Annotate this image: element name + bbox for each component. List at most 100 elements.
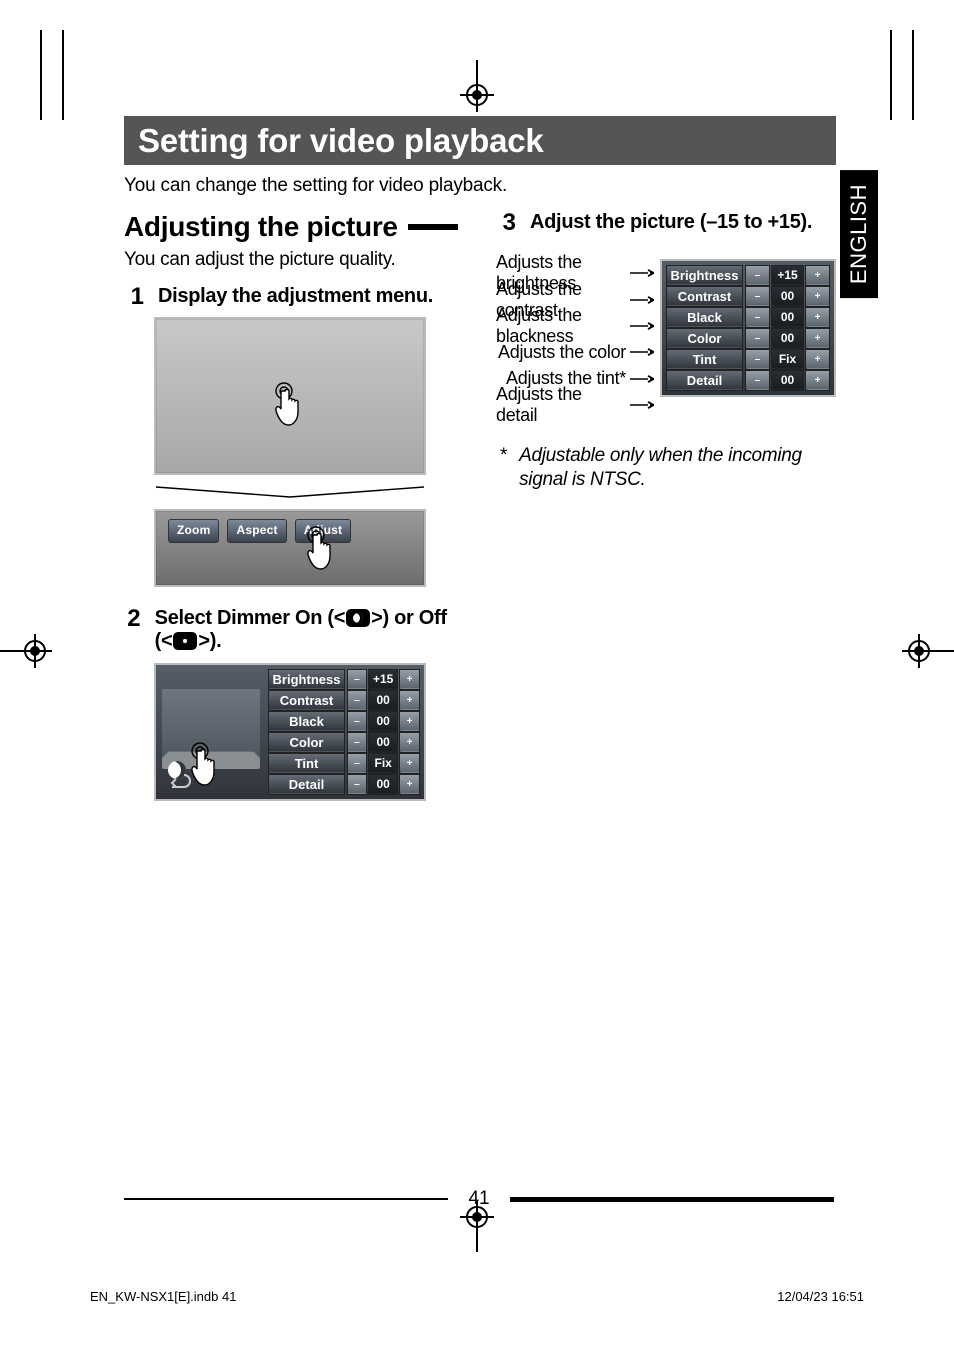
decrease-button[interactable]: –	[347, 711, 367, 731]
adjustment-value: 00	[772, 307, 804, 327]
increase-button[interactable]: +	[806, 286, 830, 306]
callout-labels: Adjusts the brightnessAdjusts the contra…	[496, 259, 654, 416]
adjustment-value: +15	[368, 669, 397, 689]
increase-button[interactable]: +	[806, 349, 830, 369]
adjustment-value: Fix	[772, 349, 804, 369]
adjustment-panel-right: Brightness–+15+Contrast–00+Black–00+Colo…	[660, 259, 836, 398]
section-heading-text: Adjusting the picture	[124, 211, 398, 243]
step-text: Display the adjustment menu.	[158, 285, 433, 308]
step-number: 1	[124, 285, 144, 309]
step-1: 1 Display the adjustment menu.	[124, 285, 458, 309]
adjustment-row: Black–00+	[269, 711, 420, 731]
adjustment-label: Brightness	[667, 265, 743, 285]
decrease-button[interactable]: –	[746, 328, 770, 348]
arrow-icon	[630, 401, 654, 409]
back-icon[interactable]	[168, 773, 192, 789]
step-text: Select Dimmer On (<>) or Off (<>).	[155, 607, 458, 653]
touch-hand-icon	[190, 741, 232, 789]
adjustment-label: Color	[667, 328, 743, 348]
menu-zoom-button[interactable]: Zoom	[168, 519, 219, 543]
language-tab: ENGLISH	[840, 170, 878, 298]
decrease-button[interactable]: –	[347, 774, 367, 794]
callout-label: Adjusts the blackness	[496, 315, 654, 336]
adjustment-label: Color	[269, 732, 345, 752]
decrease-button[interactable]: –	[746, 265, 770, 285]
adjustment-panel-illustration: Brightness–+15+Contrast–00+Black–00+Colo…	[154, 663, 426, 802]
adjustment-row: Tint–Fix+	[269, 753, 420, 773]
adjustment-value: Fix	[368, 753, 397, 773]
adjustment-row: Detail–00+	[667, 370, 830, 390]
menu-strip-illustration: Zoom Aspect Adjust	[154, 509, 426, 587]
adjustment-row: Brightness–+15+	[667, 265, 830, 285]
increase-button[interactable]: +	[806, 328, 830, 348]
step-3: 3 Adjust the picture (–15 to +15).	[496, 211, 836, 235]
decrease-button[interactable]: –	[347, 690, 367, 710]
footnote-asterisk: *	[500, 444, 507, 492]
adjustment-value: 00	[368, 774, 397, 794]
decrease-button[interactable]: –	[347, 669, 367, 689]
increase-button[interactable]: +	[400, 669, 420, 689]
adjustment-value: 00	[772, 328, 804, 348]
section-heading: Adjusting the picture	[124, 211, 458, 243]
adjustment-table-left: Brightness–+15+Contrast–00+Black–00+Colo…	[268, 669, 420, 796]
increase-button[interactable]: +	[806, 370, 830, 390]
arrow-icon	[630, 348, 654, 356]
increase-button[interactable]: +	[806, 265, 830, 285]
registration-mark-top	[466, 60, 488, 106]
adjustment-label: Tint	[667, 349, 743, 369]
heading-rule	[408, 224, 458, 230]
increase-button[interactable]: +	[400, 711, 420, 731]
registration-mark-right	[906, 640, 954, 662]
callout-label: Adjusts the color	[498, 342, 654, 363]
decrease-button[interactable]: –	[746, 307, 770, 327]
increase-button[interactable]: +	[400, 690, 420, 710]
arrow-icon	[630, 375, 654, 383]
adjustment-table-right: Brightness–+15+Contrast–00+Black–00+Colo…	[666, 265, 830, 392]
touchscreen-illustration	[154, 317, 426, 475]
page-title: Setting for video playback	[124, 116, 836, 165]
arrow-icon	[630, 296, 654, 304]
increase-button[interactable]: +	[400, 732, 420, 752]
section-desc: You can adjust the picture quality.	[124, 249, 458, 271]
adjustment-label: Tint	[269, 753, 345, 773]
step-number: 2	[124, 607, 141, 631]
increase-button[interactable]: +	[400, 774, 420, 794]
adjustment-row: Tint–Fix+	[667, 349, 830, 369]
decrease-button[interactable]: –	[347, 732, 367, 752]
increase-button[interactable]: +	[806, 307, 830, 327]
adjustment-row: Detail–00+	[269, 774, 420, 794]
adjustment-value: +15	[772, 265, 804, 285]
adjustment-value: 00	[368, 690, 397, 710]
imprint-file: EN_KW-NSX1[E].indb 41	[90, 1289, 236, 1304]
dimmer-off-icon	[173, 632, 197, 650]
adjustment-label: Black	[269, 711, 345, 731]
adjustment-row: Color–00+	[667, 328, 830, 348]
page-number: 41	[464, 1188, 493, 1210]
registration-mark-left	[0, 640, 48, 662]
step-text-part: Select Dimmer On (<	[155, 607, 345, 629]
menu-aspect-button[interactable]: Aspect	[227, 519, 286, 543]
trim-marks	[890, 30, 914, 120]
touch-hand-icon	[274, 381, 316, 429]
adjustment-value: 00	[368, 711, 397, 731]
dimmer-on-icon	[346, 609, 370, 627]
decrease-button[interactable]: –	[746, 286, 770, 306]
step-text-part: >).	[198, 630, 221, 652]
imprint-date: 12/04/23 16:51	[777, 1289, 864, 1304]
adjustment-value: 00	[772, 370, 804, 390]
decrease-button[interactable]: –	[746, 370, 770, 390]
adjustment-label: Detail	[269, 774, 345, 794]
adjustment-label: Contrast	[667, 286, 743, 306]
adjustment-row: Brightness–+15+	[269, 669, 420, 689]
adjustment-value: 00	[772, 286, 804, 306]
decrease-button[interactable]: –	[347, 753, 367, 773]
adjustment-label: Brightness	[269, 669, 345, 689]
decrease-button[interactable]: –	[746, 349, 770, 369]
arrow-icon	[630, 269, 654, 277]
touch-hand-icon	[306, 525, 348, 573]
imprint-line: EN_KW-NSX1[E].indb 41 12/04/23 16:51	[90, 1289, 864, 1304]
increase-button[interactable]: +	[400, 753, 420, 773]
adjustment-row: Contrast–00+	[269, 690, 420, 710]
adjustment-label: Contrast	[269, 690, 345, 710]
adjustment-label: Detail	[667, 370, 743, 390]
